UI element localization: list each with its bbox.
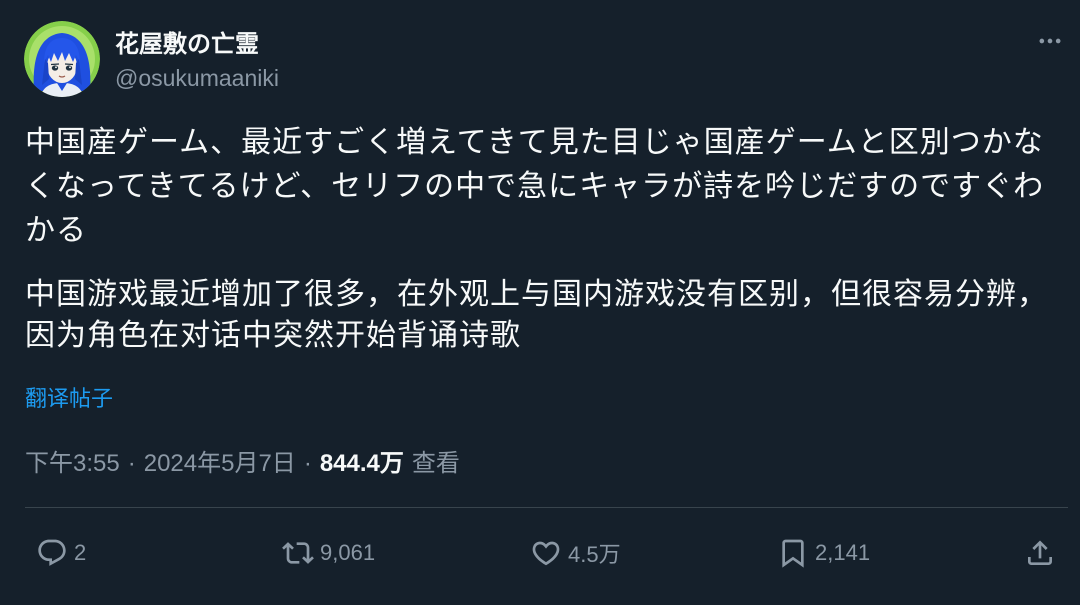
retweet-count: 9,061	[320, 540, 376, 565]
meta-separator: ·	[127, 450, 136, 477]
author-handle[interactable]: @osukumaaniki	[115, 65, 279, 92]
reply-icon	[38, 539, 66, 566]
tweet-text-line: くなってきてるけど、セリフの中で急にキャラが詩を吟じだすのですぐわ	[25, 170, 1045, 203]
reply-count: 2	[74, 540, 87, 565]
author-display-name[interactable]: 花屋敷の亡霊	[115, 24, 259, 59]
heart-icon	[532, 541, 560, 566]
view-count-label: 查看	[411, 450, 460, 477]
view-count: 844.4万	[319, 450, 404, 477]
retweet-icon	[282, 542, 314, 564]
more-options-button[interactable]	[1030, 26, 1070, 56]
avatar[interactable]	[24, 21, 100, 97]
like-button[interactable]: 4.5万	[530, 535, 621, 571]
reply-button[interactable]: 2	[36, 535, 86, 571]
tweet-text-line: 中国産ゲーム、最近すごく増えてきて見た目じゃ国産ゲームと区別つかな	[25, 126, 1044, 159]
share-icon	[1028, 540, 1052, 565]
tweet-text-line: かる	[25, 214, 87, 247]
tweet-detail-view: 花屋敷の亡霊 @osukumaaniki 中国産ゲーム、最近すごく増えてきて見た…	[0, 0, 1080, 605]
meta-separator: ·	[303, 450, 312, 477]
translate-post-link[interactable]: 翻译帖子	[25, 381, 113, 413]
translation-line: 中国游戏最近增加了很多，在外观上与国内游戏没有区别，但很容易分辨，	[25, 278, 1048, 311]
like-count: 4.5万	[568, 542, 621, 567]
retweet-button[interactable]: 9,061	[282, 535, 375, 571]
divider	[25, 507, 1068, 508]
post-time[interactable]: 下午3:55	[25, 443, 120, 478]
bookmark-button[interactable]: 2,141	[777, 535, 870, 571]
tweet-translation: 中国游戏最近增加了很多，在外观上与国内游戏没有区别，但很容易分辨， 因为角色在对…	[25, 274, 1075, 356]
bookmark-count: 2,141	[815, 540, 871, 565]
share-button[interactable]	[1024, 535, 1056, 571]
more-horizontal-icon	[1039, 38, 1061, 44]
translation-line: 因为角色在对话中突然开始背诵诗歌	[25, 319, 521, 352]
avatar-image	[24, 21, 100, 97]
tweet-text: 中国産ゲーム、最近すごく増えてきて見た目じゃ国産ゲームと区別つかな くなってきて…	[25, 121, 1075, 253]
tweet-meta: 下午3:55 · 2024年5月7日 · 844.4万 查看	[25, 443, 460, 478]
post-date[interactable]: 2024年5月7日	[144, 443, 296, 478]
bookmark-icon	[782, 539, 804, 568]
